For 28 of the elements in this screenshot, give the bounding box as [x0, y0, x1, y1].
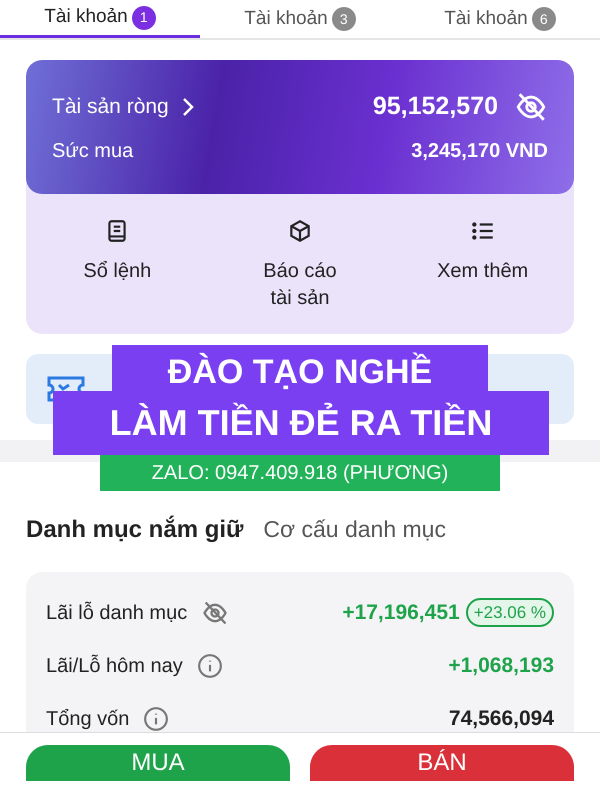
count-badge: 1 — [132, 6, 156, 30]
account-tab[interactable]: Tài khoản 1 — [0, 0, 200, 38]
action-button[interactable]: Báo cáo tài sản — [208, 218, 392, 334]
action-button[interactable]: Sổ lệnh — [26, 218, 209, 334]
buying-power-value: 3,245,170 VND — [411, 138, 548, 164]
promo-overlay: LÀM TIỀN ĐẺ RA TIỀN — [53, 391, 549, 455]
section-tab[interactable]: Cơ cấu danh mục — [263, 512, 446, 546]
net-assets-label: Tài sản ròng — [52, 94, 169, 120]
count-badge: 3 — [332, 7, 356, 31]
count-badge: 6 — [532, 7, 556, 31]
stat-label: Tổng vốn — [46, 706, 130, 732]
stat-value: +1,068,193 — [448, 652, 554, 679]
section-tab[interactable]: Danh mục nắm giữ — [26, 512, 244, 548]
stat-label: Lãi/Lỗ hôm nay — [46, 654, 183, 678]
info-icon[interactable] — [196, 652, 223, 678]
stat-value: 74,566,094 — [448, 706, 554, 732]
account-tab[interactable]: Tài khoản 6 — [400, 0, 600, 38]
percent-badge: +23.06 % — [466, 598, 554, 628]
sell-button[interactable]: BÁN — [310, 745, 574, 781]
info-icon[interactable] — [143, 706, 170, 732]
chevron-right-icon[interactable] — [180, 96, 195, 117]
contact-overlay: ZALO: 0947.409.918 (PHƯƠNG) — [100, 455, 500, 491]
buying-power-label: Sức mua — [52, 138, 134, 164]
stat-label: Lãi lỗ danh mục — [46, 600, 188, 626]
stat-value: +17,196,451 — [342, 600, 460, 626]
account-tab[interactable]: Tài khoản 3 — [200, 0, 400, 38]
net-assets-value: 95,152,570 — [372, 91, 498, 122]
action-button[interactable]: Xem thêm — [391, 218, 574, 334]
